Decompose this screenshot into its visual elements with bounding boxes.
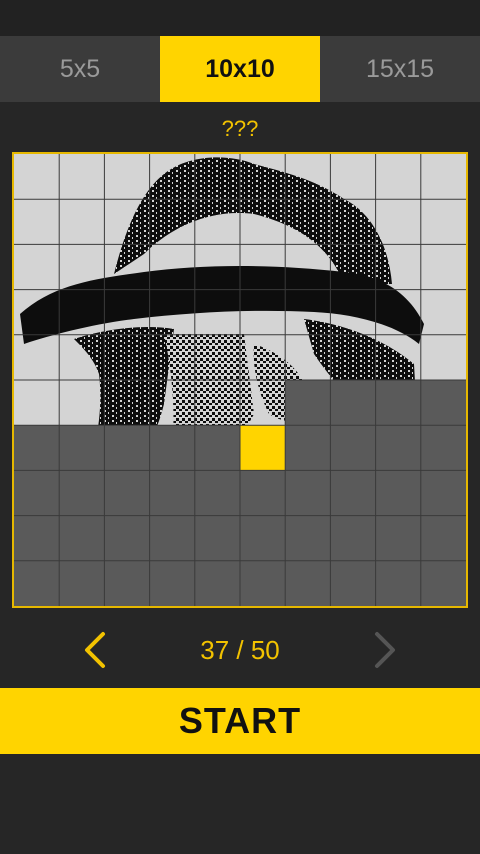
- unsolved-cell: [285, 515, 331, 561]
- unsolved-cell: [194, 515, 240, 561]
- unsolved-cell: [149, 560, 195, 606]
- tab-10x10[interactable]: 10x10: [160, 36, 320, 102]
- unsolved-cell: [420, 470, 466, 516]
- unsolved-cell: [59, 515, 105, 561]
- unsolved-cell: [240, 470, 286, 516]
- unsolved-cell: [420, 425, 466, 471]
- unsolved-cell: [285, 380, 331, 426]
- unsolved-cell: [14, 470, 60, 516]
- tab-15x15[interactable]: 15x15: [320, 36, 480, 102]
- unsolved-cell: [194, 560, 240, 606]
- unsolved-cell: [420, 560, 466, 606]
- start-button[interactable]: START: [0, 688, 480, 754]
- tab-5x5[interactable]: 5x5: [0, 36, 160, 102]
- unsolved-cell: [194, 425, 240, 471]
- puzzle-image: [14, 154, 466, 606]
- unsolved-cell: [14, 425, 60, 471]
- current-cell: [240, 425, 286, 471]
- unsolved-cell: [149, 470, 195, 516]
- unsolved-cell: [240, 560, 286, 606]
- unsolved-cell: [285, 425, 331, 471]
- puzzle-navigation: 37 / 50: [0, 624, 480, 676]
- unsolved-cell: [59, 470, 105, 516]
- unsolved-cell: [330, 425, 376, 471]
- unsolved-cell: [149, 515, 195, 561]
- unsolved-cell: [420, 380, 466, 426]
- chevron-right-icon: [375, 632, 395, 668]
- current-cell-highlight[interactable]: [240, 425, 286, 471]
- unsolved-cell: [240, 515, 286, 561]
- unsolved-cell: [420, 515, 466, 561]
- unsolved-cell: [375, 425, 421, 471]
- unsolved-cell: [330, 470, 376, 516]
- unsolved-cell: [375, 470, 421, 516]
- unsolved-cell: [375, 560, 421, 606]
- unsolved-cell: [285, 560, 331, 606]
- unsolved-cell: [104, 470, 150, 516]
- unsolved-cell: [59, 560, 105, 606]
- unsolved-cell: [104, 425, 150, 471]
- puzzle-counter: 37 / 50: [200, 635, 280, 665]
- unsolved-cell: [14, 560, 60, 606]
- unsolved-cell: [104, 515, 150, 561]
- status-bar: [0, 0, 480, 36]
- unsolved-cell: [149, 425, 195, 471]
- next-puzzle-button[interactable]: [366, 624, 406, 676]
- unsolved-cell: [59, 425, 105, 471]
- unsolved-cell: [330, 380, 376, 426]
- puzzle-title: ???: [221, 116, 259, 141]
- unsolved-cell: [330, 560, 376, 606]
- unsolved-cell: [375, 380, 421, 426]
- size-tabs: 5x5 10x10 15x15: [0, 36, 480, 102]
- unsolved-cell: [375, 515, 421, 561]
- puzzle-board[interactable]: [12, 152, 468, 608]
- chevron-left-icon: [85, 632, 105, 668]
- unsolved-cell: [14, 515, 60, 561]
- prev-puzzle-button[interactable]: [74, 624, 114, 676]
- unsolved-cell: [330, 515, 376, 561]
- unsolved-cell: [194, 470, 240, 516]
- unsolved-cell: [285, 470, 331, 516]
- unsolved-cell: [104, 560, 150, 606]
